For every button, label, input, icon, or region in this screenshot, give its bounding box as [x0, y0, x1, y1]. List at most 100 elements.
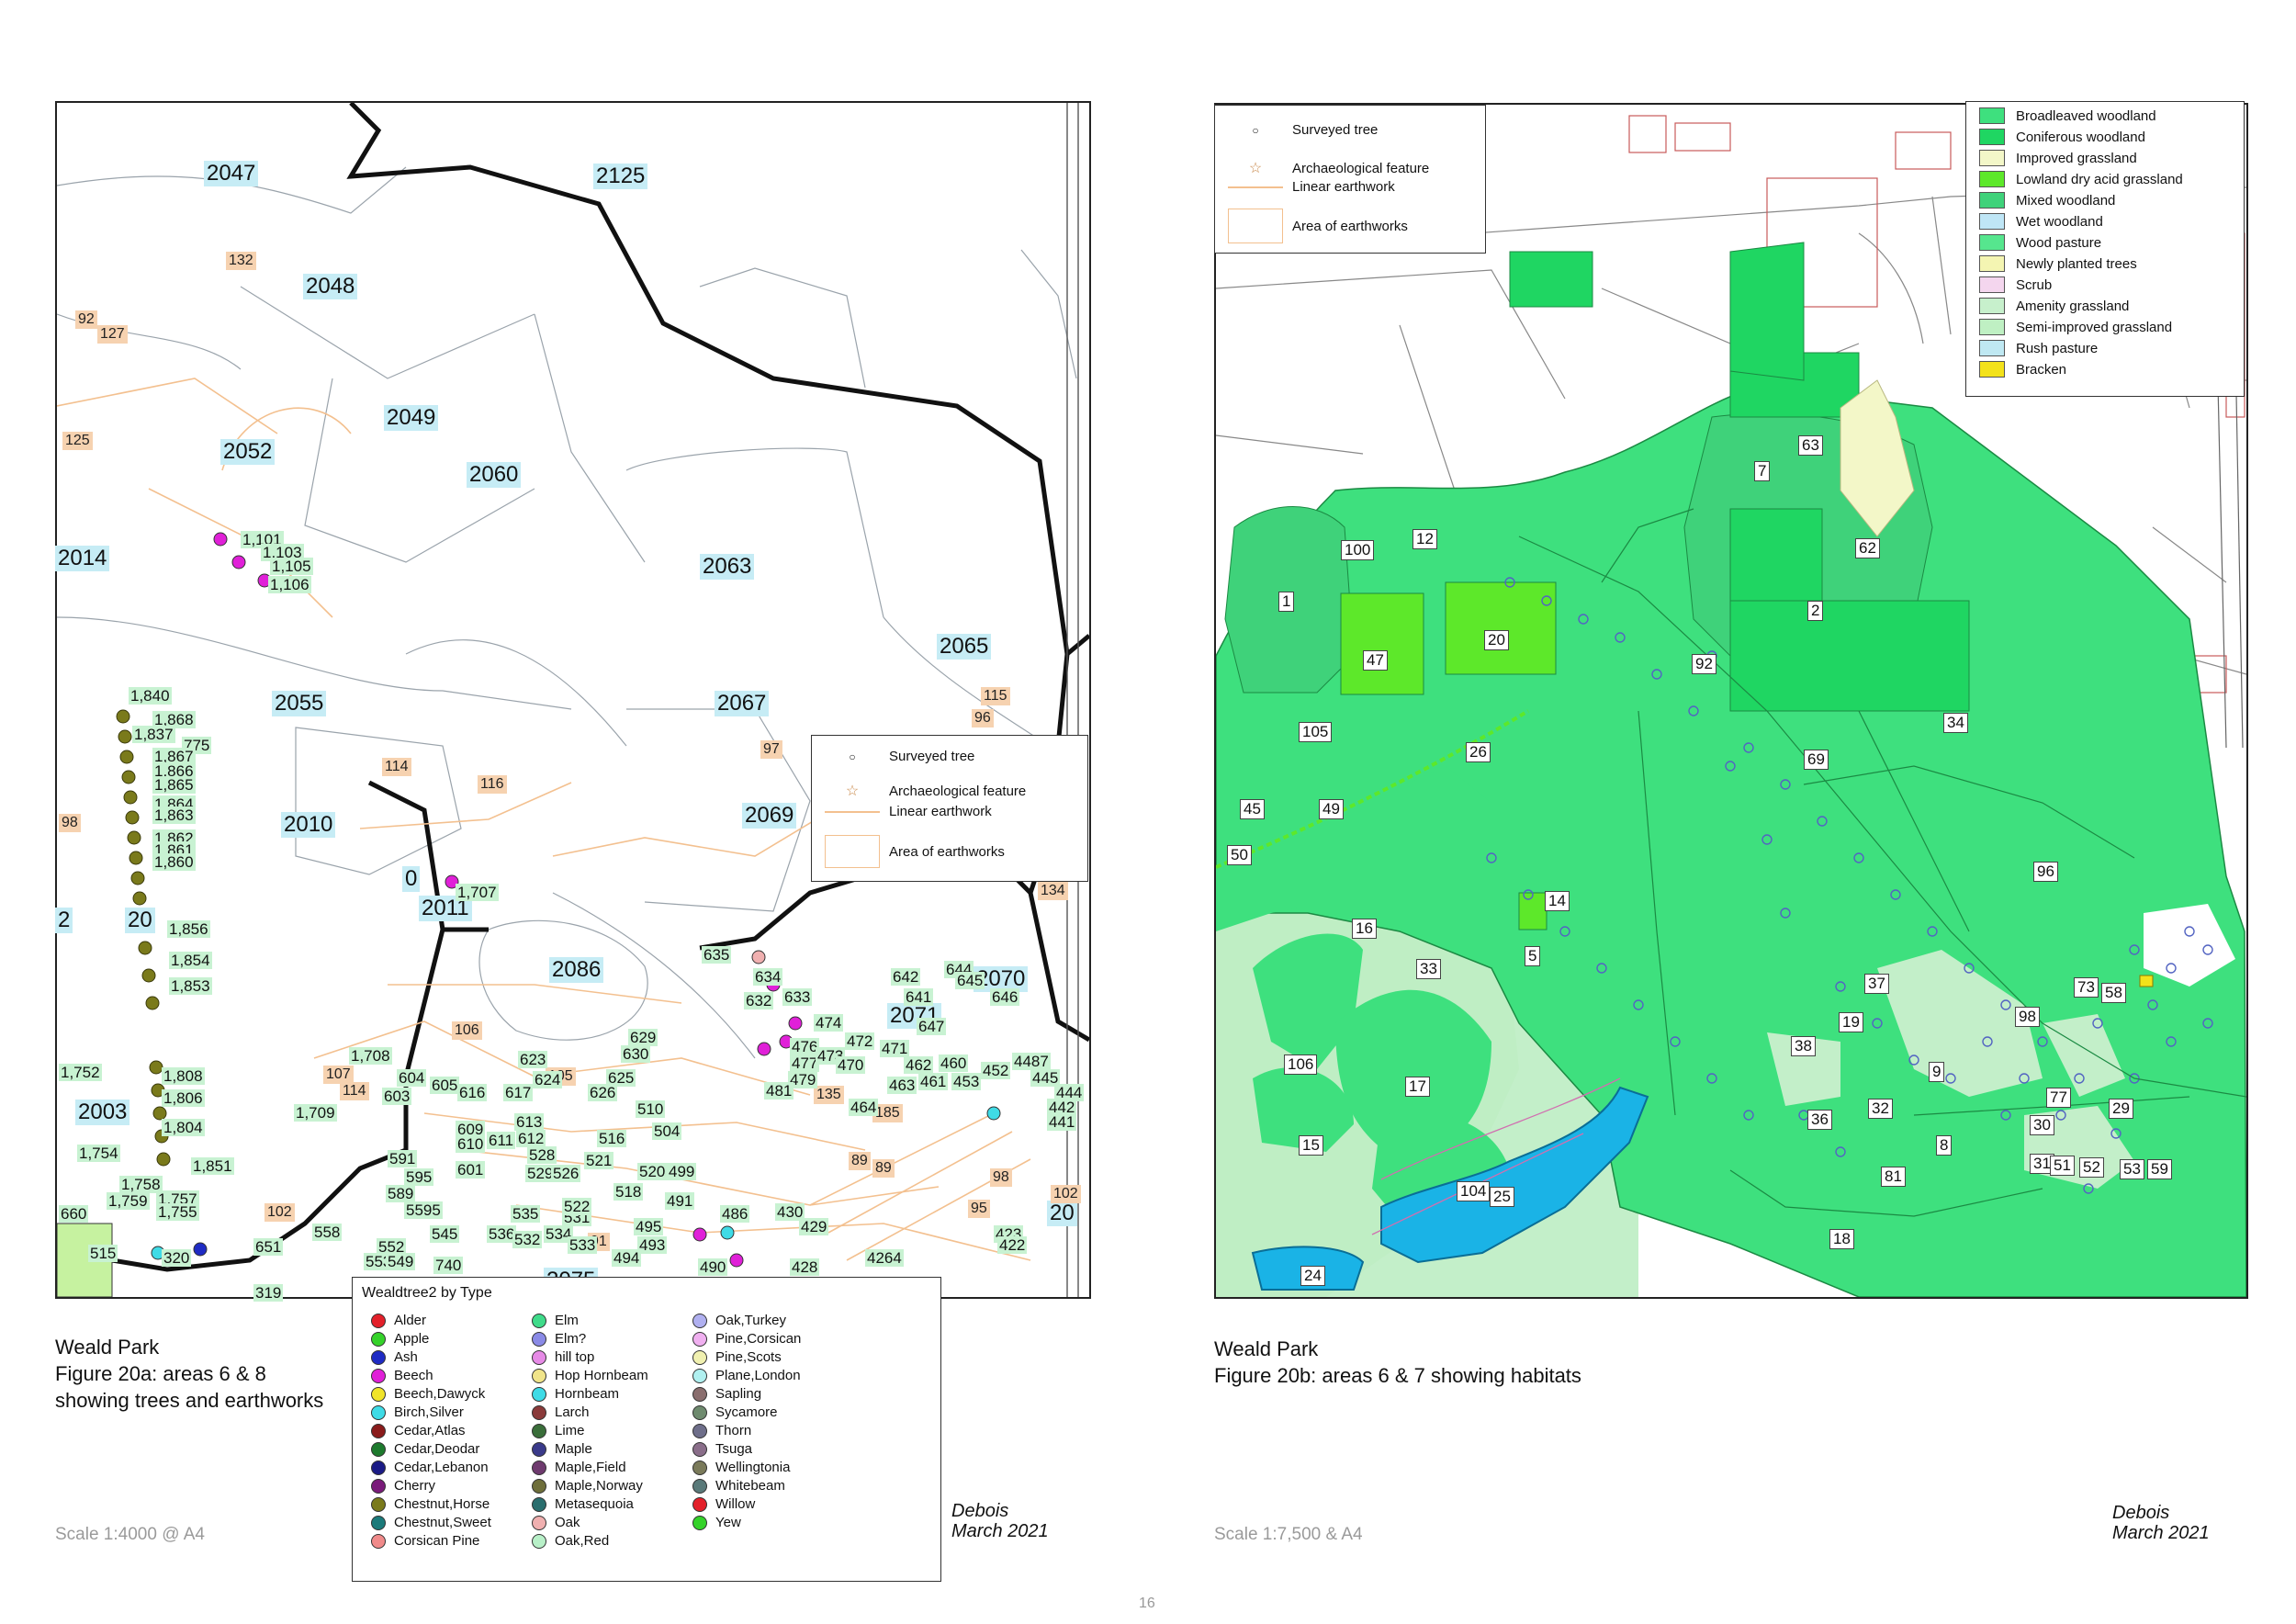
tree-type-label: Corsican Pine	[394, 1533, 480, 1549]
tree-type-label: Yew	[715, 1515, 741, 1530]
habitat-number-label: 15	[1299, 1135, 1323, 1156]
tree-number-label: 651	[253, 1238, 284, 1256]
tree-number-label: 470	[836, 1056, 866, 1074]
tree-type-label: Larch	[555, 1404, 590, 1420]
habitat-legend-item: Mixed woodland	[1979, 192, 2115, 209]
tree-number-label: 635	[702, 946, 732, 964]
tree-type-swatch-icon	[692, 1423, 707, 1438]
habitat-number-label: 20	[1484, 630, 1509, 650]
habitat-number-label: 19	[1839, 1012, 1863, 1032]
tree-number-label: 428	[790, 1258, 820, 1276]
tree-type-legend-item: hill top	[532, 1349, 594, 1365]
tree-type-swatch-icon	[371, 1368, 386, 1383]
tree-type-label: Birch,Silver	[394, 1404, 464, 1420]
tree-number-label: 518	[613, 1183, 644, 1201]
tree-number-label: 1,707	[456, 884, 499, 901]
area-number-label: 2048	[303, 274, 358, 299]
tree-number-label: 4487	[1012, 1053, 1051, 1070]
habitat-number-label: 8	[1936, 1135, 1953, 1156]
tree-number-label: 461	[918, 1073, 949, 1090]
page-number: 16	[1139, 1596, 1155, 1611]
author-date: March 2021	[951, 1521, 1049, 1541]
tree-type-swatch-icon	[371, 1404, 386, 1420]
tree-type-label: Wellingtonia	[715, 1460, 791, 1475]
tree-type-legend-item: Chestnut,Horse	[371, 1496, 490, 1512]
tree-number-label: 545	[430, 1225, 460, 1243]
tree-type-label: Willow	[715, 1496, 756, 1512]
habitat-number-label: 63	[1798, 435, 1823, 456]
tree-number-label: 641	[904, 988, 934, 1006]
habitat-number-label: 53	[2120, 1159, 2144, 1179]
tree-type-swatch-icon	[532, 1460, 546, 1475]
tree-type-swatch-icon	[692, 1313, 707, 1328]
habitat-swatch-icon	[1979, 276, 2005, 293]
tree-type-label: Elm?	[555, 1331, 587, 1347]
habitat-number-label: 30	[2030, 1115, 2054, 1135]
earthwork-number-label: 115	[981, 687, 1010, 705]
tree-type-swatch-icon	[371, 1496, 386, 1512]
tree-type-legend-item: Beech	[371, 1368, 433, 1383]
earthwork-number-label: 116	[478, 775, 507, 794]
habitat-number-label: 47	[1363, 650, 1388, 671]
tree-type-label: Metasequoia	[555, 1496, 634, 1512]
habitat-number-label: 100	[1341, 540, 1375, 560]
habitat-number-label: 37	[1864, 974, 1889, 994]
caption-title: Weald Park	[55, 1336, 160, 1359]
habitat-legend-item: Wood pasture	[1979, 234, 2101, 251]
legend-label: Archaeological feature	[1292, 160, 1430, 176]
area-number-label: 0	[402, 866, 421, 892]
habitat-number-label: 25	[1490, 1187, 1514, 1207]
earthwork-number-label: 106	[452, 1021, 482, 1040]
area-number-label: 2055	[272, 691, 327, 716]
tree-type-legend-item: Pine,Scots	[692, 1349, 782, 1365]
tree-type-label: Maple,Norway	[555, 1478, 643, 1494]
tree-number-label: 1,865	[152, 776, 196, 794]
earthwork-number-label: 134	[1038, 882, 1068, 900]
author-name: Debois	[2112, 1503, 2170, 1523]
habitat-label: Semi-improved grassland	[2016, 319, 2173, 335]
tree-number-label: 1,851	[191, 1157, 234, 1175]
tree-number-label: 601	[456, 1161, 486, 1179]
legend-label: Surveyed tree	[1292, 122, 1379, 138]
tree-type-label: Lime	[555, 1423, 585, 1438]
tree-number-label: 516	[597, 1130, 627, 1147]
tree-number-label: 660	[59, 1205, 89, 1223]
tree-type-legend-item: Birch,Silver	[371, 1404, 464, 1420]
tree-type-label: Ash	[394, 1349, 418, 1365]
figure-20b-caption: Weald Park Figure 20b: areas 6 & 7 showi…	[1214, 1336, 1581, 1389]
tree-type-swatch-icon	[371, 1349, 386, 1365]
habitat-number-label: 52	[2079, 1157, 2104, 1178]
tree-number-label: 549	[386, 1253, 416, 1270]
area-number-label: 2010	[281, 812, 336, 838]
tree-type-label: Oak,Red	[555, 1533, 610, 1549]
tree-type-legend-item: Lime	[532, 1423, 585, 1438]
tree-number-label: 1,840	[129, 687, 172, 705]
map-figure-20a[interactable]	[55, 101, 1091, 1299]
author-name: Debois	[951, 1501, 1009, 1521]
tree-number-label: 319	[253, 1284, 284, 1302]
earthwork-number-label: 89	[849, 1152, 871, 1170]
tree-type-label: hill top	[555, 1349, 595, 1365]
tree-number-label: 617	[503, 1084, 534, 1101]
habitat-label: Bracken	[2016, 361, 2067, 378]
earthwork-number-label: 95	[968, 1200, 990, 1218]
tree-type-swatch-icon	[371, 1423, 386, 1438]
area-number-label: 2063	[700, 554, 755, 580]
earthwork-number-label: 102	[264, 1203, 295, 1222]
tree-type-label: Maple,Field	[555, 1460, 626, 1475]
caption-line: showing trees and earthworks	[55, 1389, 324, 1412]
tree-type-swatch-icon	[532, 1515, 546, 1530]
tree-number-label: 1,808	[162, 1067, 205, 1085]
tree-number-label: 646	[990, 988, 1020, 1006]
tree-number-label: 1,806	[162, 1089, 205, 1107]
area-number-label: 2086	[549, 957, 604, 983]
tree-number-label: 486	[720, 1205, 750, 1223]
tree-number-label: 603	[382, 1088, 412, 1105]
tree-number-label: 453	[951, 1073, 982, 1090]
legend-label: Area of earthworks	[1292, 218, 1408, 234]
tree-type-swatch-icon	[532, 1441, 546, 1457]
tree-type-legend-item: Tsuga	[692, 1441, 752, 1457]
tree-number-label: 647	[917, 1018, 947, 1035]
author-20a: Debois March 2021	[951, 1501, 1049, 1541]
tree-number-label: 1,837	[132, 726, 175, 743]
